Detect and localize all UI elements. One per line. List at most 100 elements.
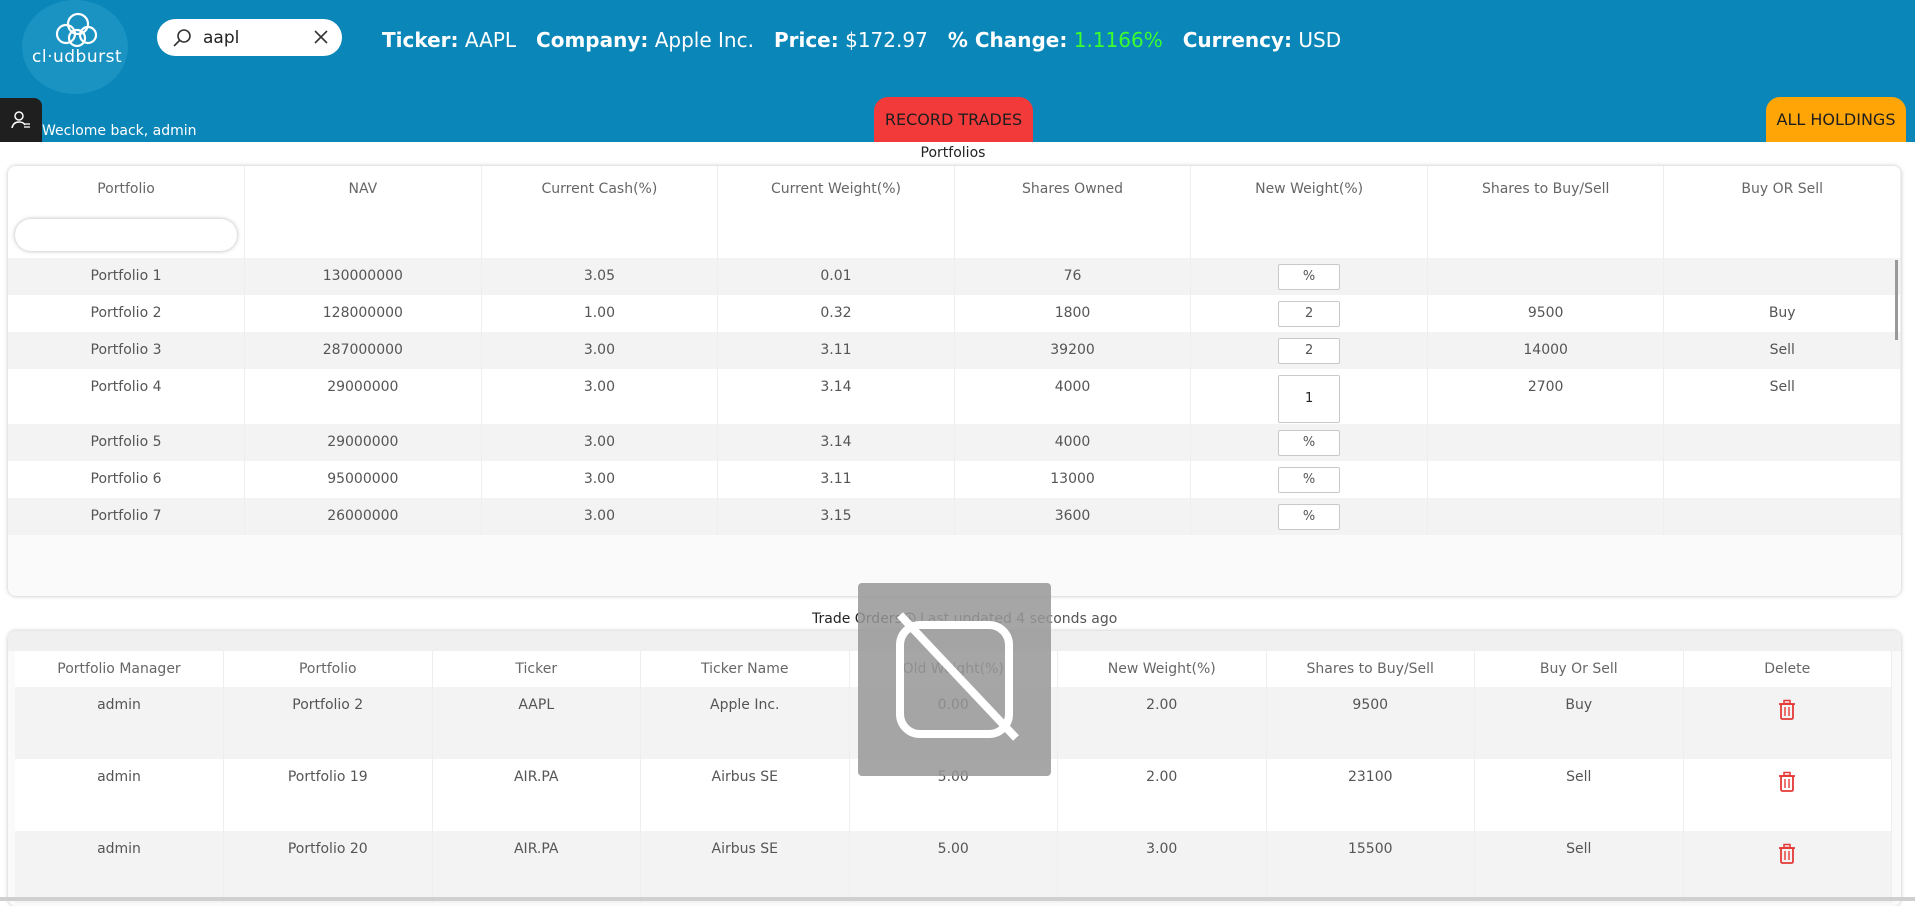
portfolios-column-header[interactable]: Buy OR Sell	[1663, 166, 1901, 212]
portfolio-row: Portfolio 1 130000000 3.05 0.01 76%	[8, 258, 1901, 295]
portfolios-column-header[interactable]: Current Cash(%)	[481, 166, 719, 212]
ticker-field: Ticker: AAPL	[382, 28, 517, 52]
new-weight-cell: %	[1190, 498, 1428, 535]
portfolio-row: Portfolio 2 128000000 1.00 0.32 1800 2 9500 Buy	[8, 295, 1901, 332]
trade-orders-column-header[interactable]: Buy Or Sell	[1474, 651, 1684, 687]
logo-text: cl·udburst	[32, 47, 123, 67]
portfolio-cell-weight: 3.15	[717, 498, 955, 535]
portfolio-cell-to-trade	[1427, 424, 1665, 461]
trade-orders-column-header[interactable]: Shares to Buy/Sell	[1266, 651, 1475, 687]
trade-cell-portfolio: Portfolio 20	[223, 831, 433, 903]
portfolio-cell-shares: 1800	[954, 295, 1192, 332]
trade-orders-column-header[interactable]: Delete	[1683, 651, 1892, 687]
new-weight-input[interactable]: %	[1278, 264, 1341, 290]
portfolio-cell-side	[1663, 461, 1901, 498]
search-icon	[173, 28, 191, 47]
portfolio-cell-side: Sell	[1663, 332, 1901, 369]
portfolio-cell-portfolio: Portfolio 1	[8, 258, 246, 295]
portfolio-cell-shares: 76	[954, 258, 1192, 295]
new-weight-input[interactable]: %	[1278, 430, 1341, 456]
trade-cell-manager: admin	[15, 687, 224, 759]
portfolio-cell-shares: 4000	[954, 369, 1192, 424]
portfolio-cell-portfolio: Portfolio 7	[8, 498, 246, 535]
trade-orders-column-header[interactable]: Ticker Name	[640, 651, 850, 687]
trade-orders-column-header[interactable]: Portfolio Manager	[15, 651, 224, 687]
trade-cell-ticker: AIR.PA	[432, 759, 641, 831]
portfolio-cell-to-trade: 2700	[1427, 369, 1665, 424]
top-bar: cl·udburst aapl Ticker: AAPL Company: Ap…	[0, 0, 1915, 142]
portfolios-column-header[interactable]: Shares to Buy/Sell	[1427, 166, 1665, 212]
new-weight-cell: %	[1190, 424, 1428, 461]
trade-cell-portfolio: Portfolio 2	[223, 687, 433, 759]
portfolio-cell-weight: 0.01	[717, 258, 955, 295]
portfolios-column-header[interactable]: Shares Owned	[954, 166, 1192, 212]
portfolios-table: Portfolio NAV Current Cash(%) Current Weigh…	[8, 166, 1901, 535]
trade-cell-new: 3.00	[1057, 831, 1267, 903]
trash-icon[interactable]	[1777, 699, 1797, 721]
portfolios-column-header[interactable]: New Weight(%)	[1190, 166, 1428, 212]
portfolio-cell-portfolio: Portfolio 5	[8, 424, 246, 461]
new-weight-cell: %	[1190, 258, 1428, 295]
company-field: Company: Apple Inc.	[536, 28, 754, 52]
new-weight-input[interactable]: %	[1278, 467, 1341, 493]
new-weight-input[interactable]: 2	[1278, 338, 1341, 364]
touch-keyboard-disabled-overlay	[858, 583, 1051, 776]
close-icon[interactable]	[312, 28, 330, 46]
search-input[interactable]: aapl	[203, 28, 313, 48]
portfolios-column-header[interactable]: Current Weight(%)	[717, 166, 955, 212]
portfolio-cell-weight: 3.14	[717, 369, 955, 424]
portfolio-cell-portfolio: Portfolio 4	[8, 369, 246, 424]
trade-orders-column-header[interactable]: New Weight(%)	[1057, 651, 1267, 687]
trade-cell-name: Apple Inc.	[640, 687, 850, 759]
portfolio-cell-nav: 130000000	[244, 258, 482, 295]
trash-icon[interactable]	[1777, 771, 1797, 793]
trade-cell-shares: 9500	[1266, 687, 1475, 759]
portfolio-cell-shares: 13000	[954, 461, 1192, 498]
portfolio-cell-to-trade: 14000	[1427, 332, 1665, 369]
portfolio-row: Portfolio 6 95000000 3.00 3.11 13000%	[8, 461, 1901, 498]
ticker-search[interactable]: aapl	[157, 19, 342, 56]
portfolio-cell-shares: 4000	[954, 424, 1192, 461]
delete-cell	[1683, 759, 1892, 831]
trash-icon[interactable]	[1777, 843, 1797, 865]
portfolio-cell-cash: 3.00	[481, 461, 719, 498]
portfolio-cell-weight: 0.32	[717, 295, 955, 332]
filter-cell	[8, 212, 246, 258]
trade-orders-column-header[interactable]: Ticker	[432, 651, 641, 687]
portfolios-scrollbar[interactable]	[1895, 260, 1898, 340]
portfolio-cell-weight: 3.14	[717, 424, 955, 461]
trade-orders-column-header[interactable]: Portfolio	[223, 651, 433, 687]
filter-row	[8, 212, 1901, 258]
user-menu-button[interactable]	[0, 98, 42, 142]
portfolio-row: Portfolio 5 29000000 3.00 3.14 4000%	[8, 424, 1901, 461]
all-holdings-button[interactable]: ALL HOLDINGS	[1766, 97, 1906, 142]
trade-cell-side: Buy	[1474, 687, 1684, 759]
portfolios-header-row: Portfolio NAV Current Cash(%) Current Weigh…	[8, 166, 1901, 212]
portfolios-panel: Portfolio NAV Current Cash(%) Current Weigh…	[8, 166, 1901, 596]
user-icon	[11, 111, 30, 129]
portfolio-cell-to-trade	[1427, 258, 1665, 295]
trade-cell-name: Airbus SE	[640, 759, 850, 831]
keyboard-disabled-icon	[896, 612, 1019, 741]
portfolio-cell-portfolio: Portfolio 3	[8, 332, 246, 369]
portfolios-column-header[interactable]: NAV	[244, 166, 482, 212]
portfolios-column-header[interactable]: Portfolio	[8, 166, 246, 212]
new-weight-input[interactable]: 1	[1278, 375, 1341, 423]
portfolio-cell-cash: 3.00	[481, 369, 719, 424]
new-weight-input[interactable]: 2	[1278, 301, 1341, 327]
portfolio-filter-input[interactable]	[15, 219, 238, 251]
trade-cell-shares: 23100	[1266, 759, 1475, 831]
new-weight-cell: 1	[1190, 369, 1428, 424]
record-trades-button[interactable]: RECORD TRADES	[874, 97, 1033, 142]
trade-cell-manager: admin	[15, 759, 224, 831]
cloudburst-logo[interactable]: cl·udburst	[22, 0, 128, 94]
portfolio-cell-side	[1663, 258, 1901, 295]
portfolio-cell-cash: 1.00	[481, 295, 719, 332]
window-bottom-edge	[0, 897, 1915, 901]
portfolio-cell-nav: 29000000	[244, 424, 482, 461]
new-weight-input[interactable]: %	[1278, 504, 1341, 530]
portfolios-title: Portfolios	[920, 145, 986, 161]
portfolio-cell-cash: 3.05	[481, 258, 719, 295]
portfolio-row: Portfolio 4 29000000 3.00 3.14 4000 1 2700 Sell	[8, 369, 1901, 424]
delete-cell	[1683, 831, 1892, 903]
